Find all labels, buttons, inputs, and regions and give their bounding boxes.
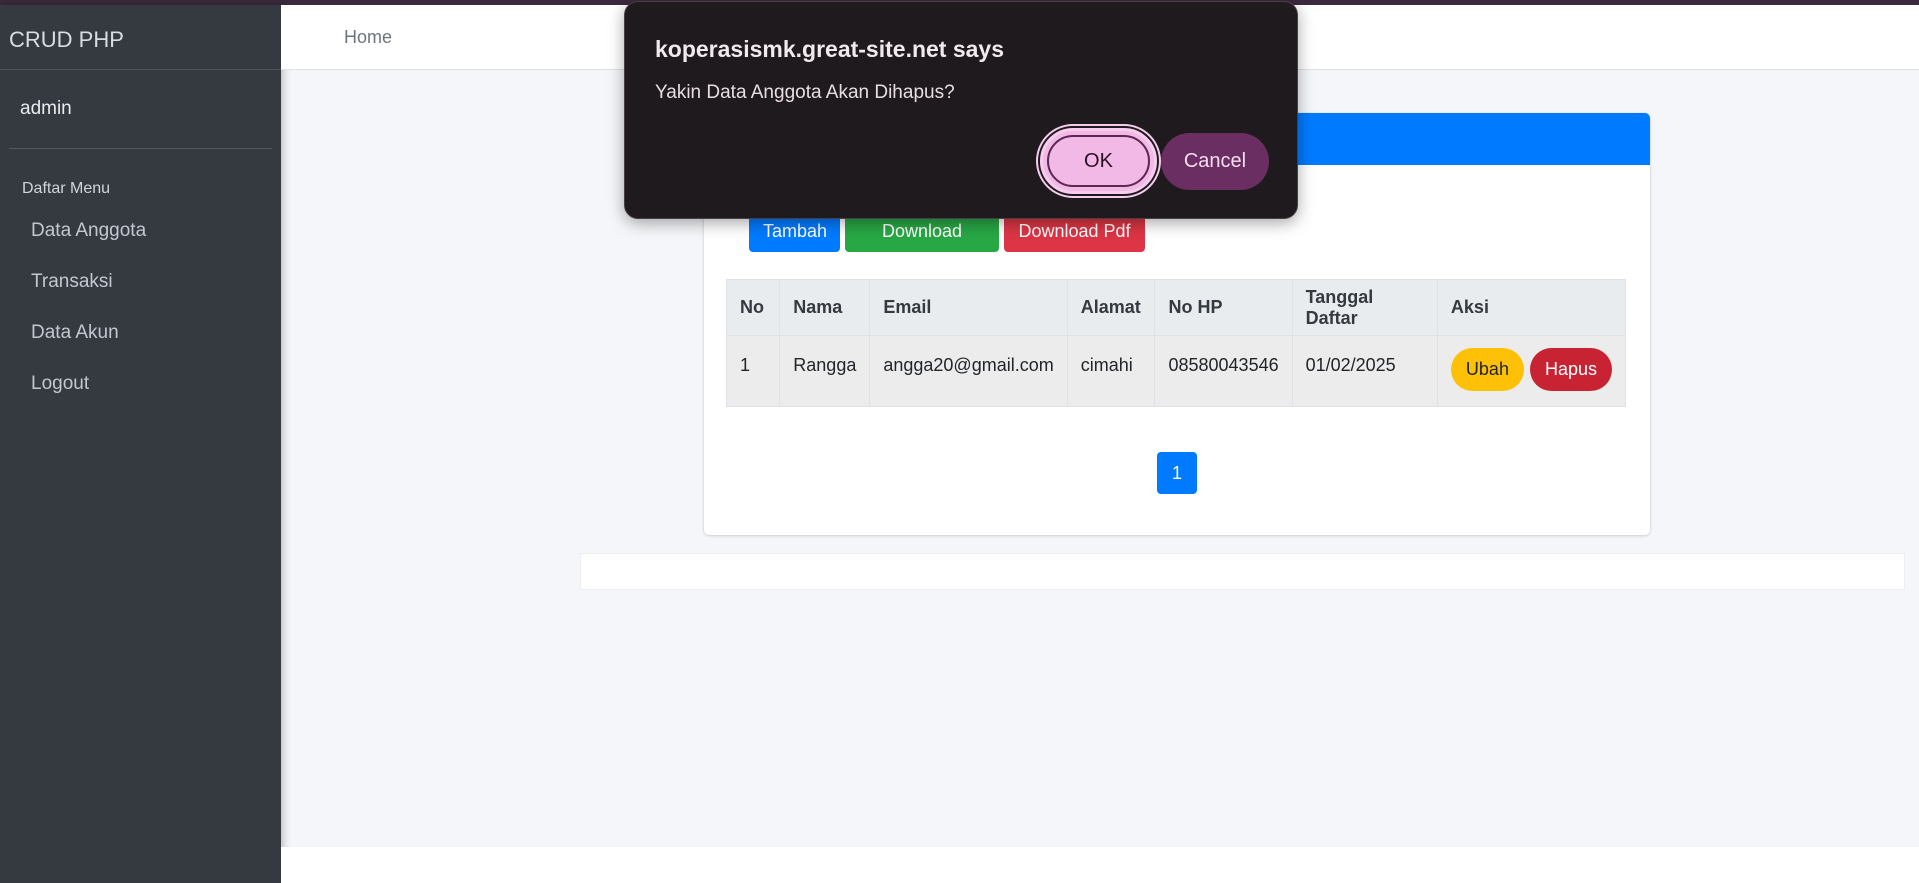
delete-button[interactable]: Hapus	[1529, 348, 1612, 391]
brand-logo-text[interactable]: CRUD PHP	[0, 5, 281, 70]
sidebar-item-data-akun[interactable]: Data Akun	[0, 318, 281, 369]
cell-no: 1	[725, 335, 781, 407]
cell-email: angga20@gmail.com	[869, 335, 1068, 407]
table-header-row: No Nama Email Alamat No HP Tanggal Dafta…	[725, 279, 1627, 336]
cell-no-hp: 08580043546	[1154, 335, 1293, 407]
dialog-ok-button[interactable]: OK	[1040, 128, 1157, 194]
column-header-alamat: Alamat	[1066, 279, 1156, 336]
sidebar: CRUD PHP admin Daftar Menu Data Anggota …	[0, 5, 281, 883]
content-footer-strip	[580, 553, 1905, 590]
cell-alamat: cimahi	[1066, 335, 1156, 407]
cell-aksi: Ubah Hapus	[1436, 335, 1627, 407]
page-footer	[281, 847, 1919, 883]
user-name[interactable]: admin	[9, 70, 272, 149]
sidebar-item-logout[interactable]: Logout	[0, 369, 281, 420]
sidebar-item-data-anggota[interactable]: Data Anggota	[0, 216, 281, 267]
column-header-nama: Nama	[779, 279, 871, 336]
cell-tanggal-daftar: 01/02/2025	[1291, 335, 1438, 407]
dialog-ok-label: OK	[1084, 150, 1113, 172]
members-table: No Nama Email Alamat No HP Tanggal Dafta…	[725, 279, 1627, 407]
confirm-dialog: koperasismk.great-site.net says Yakin Da…	[624, 1, 1298, 219]
pagination-page-1[interactable]: 1	[1157, 452, 1197, 494]
cell-nama: Rangga	[779, 335, 871, 407]
menu-header: Daftar Menu	[22, 180, 111, 197]
dialog-message: Yakin Data Anggota Akan Dihapus?	[655, 82, 955, 103]
dialog-title: koperasismk.great-site.net says	[655, 36, 1005, 62]
column-header-aksi: Aksi	[1436, 279, 1627, 336]
edit-button[interactable]: Ubah	[1450, 348, 1524, 391]
column-header-no-hp: No HP	[1154, 279, 1293, 336]
sidebar-item-transaksi[interactable]: Transaksi	[0, 267, 281, 318]
table-row: 1 Rangga angga20@gmail.com cimahi 085800…	[725, 335, 1627, 407]
dialog-cancel-button[interactable]: Cancel	[1161, 133, 1269, 190]
column-header-tanggal-daftar: Tanggal Daftar	[1291, 279, 1438, 336]
column-header-no: No	[725, 279, 781, 336]
column-header-email: Email	[869, 279, 1068, 336]
nav-home-link[interactable]: Home	[344, 27, 392, 48]
